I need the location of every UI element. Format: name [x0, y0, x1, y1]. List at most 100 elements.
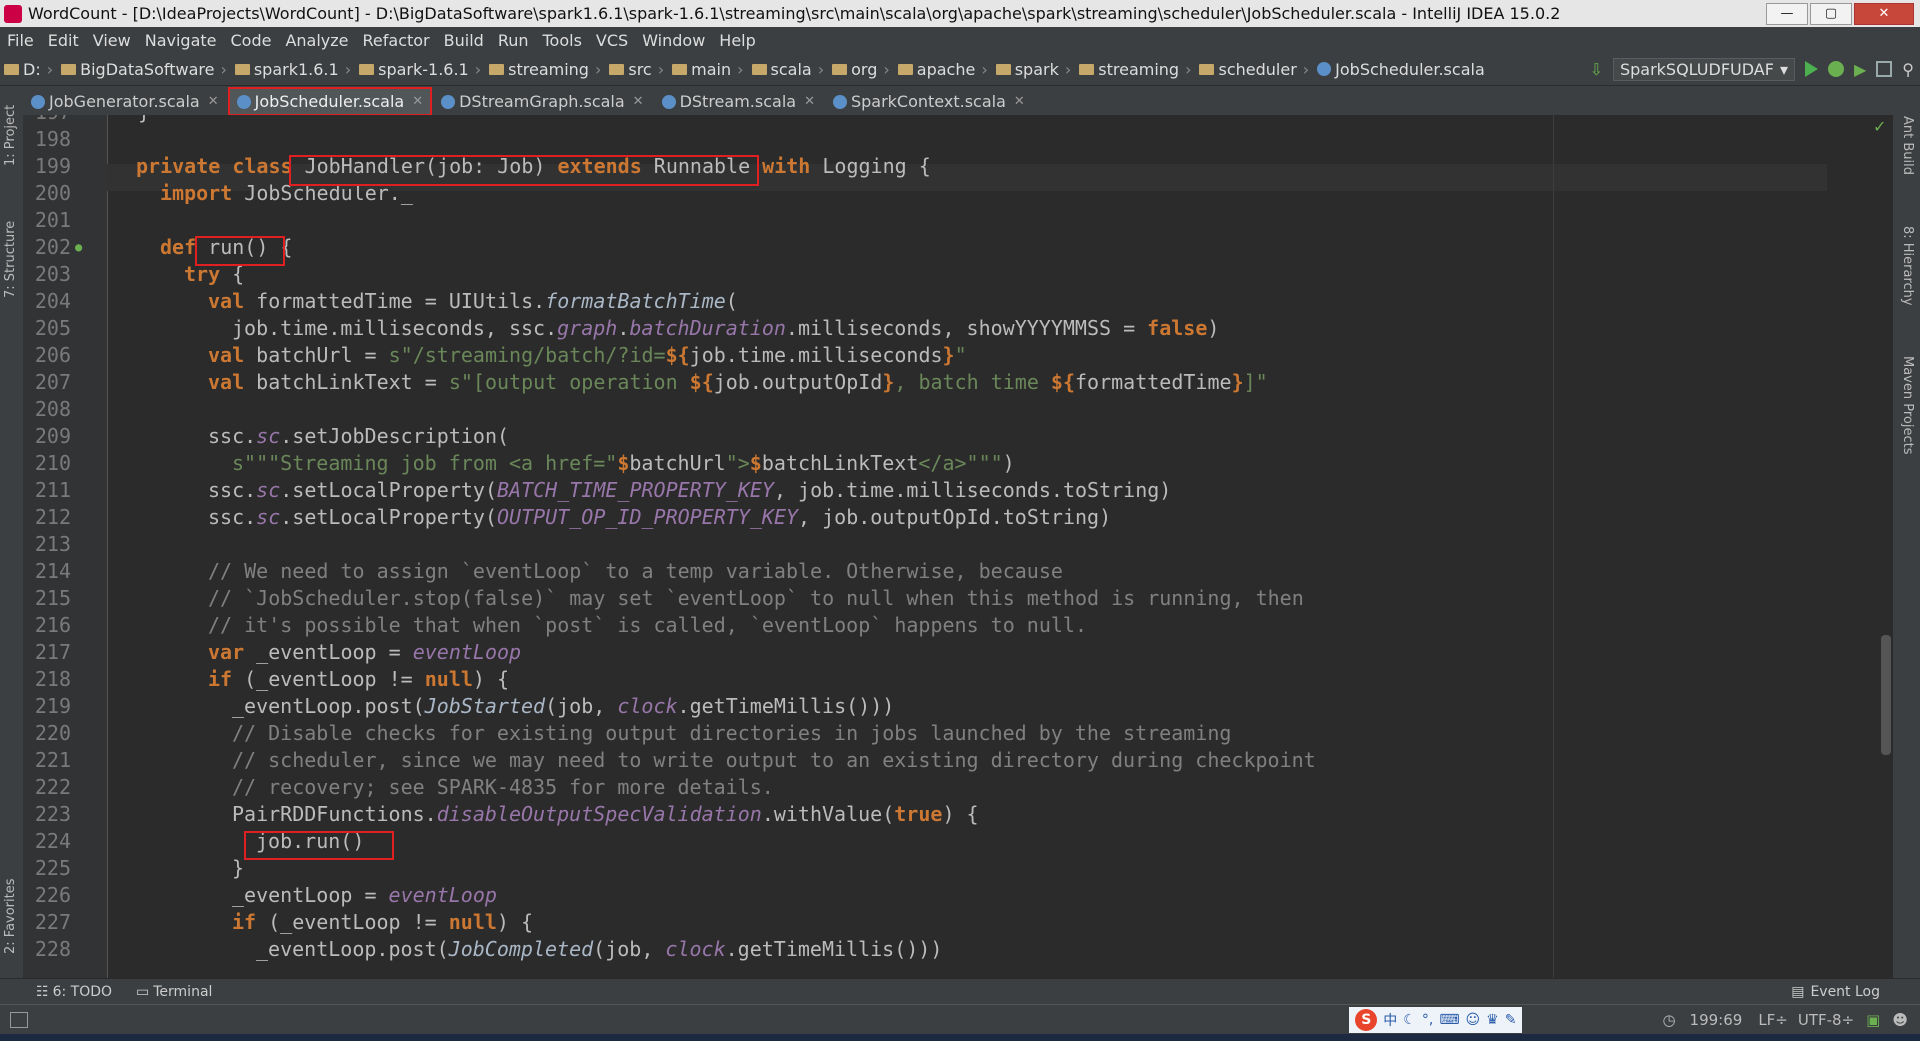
breadcrumb-item[interactable]: src › — [605, 60, 668, 79]
override-icon[interactable]: ● — [75, 234, 82, 261]
breadcrumb-item[interactable]: BigDataSoftware › — [57, 60, 231, 79]
breadcrumb-item[interactable]: main › — [668, 60, 747, 79]
keyboard-icon[interactable]: ⌨ — [1439, 1012, 1459, 1028]
tab-dstreamgraph[interactable]: DStreamGraph.scala ✕ — [433, 88, 652, 115]
breadcrumb-item[interactable]: spark1.6.1 › — [231, 60, 355, 79]
scala-file-icon — [441, 94, 456, 109]
hierarchy-tool-button[interactable]: 8: Hierarchy — [1900, 226, 1915, 306]
terminal-tool-button[interactable]: Terminal — [153, 984, 212, 1000]
debug-icon[interactable] — [1827, 61, 1844, 77]
close-icon[interactable]: ✕ — [804, 94, 815, 109]
ime-toolbar[interactable]: S 中 ☾ °, ⌨ ☺ ♛ ✎ — [1349, 1007, 1523, 1033]
breadcrumb-item[interactable]: streaming › — [1075, 60, 1195, 79]
breadcrumb-item[interactable]: streaming › — [485, 60, 605, 79]
breadcrumb-item[interactable]: scheduler › — [1195, 60, 1313, 79]
menu-window[interactable]: Window — [635, 31, 712, 50]
favorites-tool-button[interactable]: 2: Favorites — [3, 878, 18, 954]
run-configuration-select[interactable]: SparkSQLUDFUDAF ▾ — [1612, 57, 1795, 81]
skin-icon[interactable]: ♛ — [1486, 1012, 1499, 1028]
breadcrumb-item[interactable]: spark › — [992, 60, 1076, 79]
code-line: 203 try { — [34, 262, 245, 286]
menu-code[interactable]: Code — [224, 31, 279, 50]
code-line: 197} — [23, 115, 1883, 126]
code-line: 207 val batchLinkText = s"[output operati… — [34, 370, 1268, 394]
terminal-icon: ▭ — [136, 984, 150, 1000]
code-line: 222// recovery; see SPARK-4835 for more … — [34, 775, 774, 799]
close-icon[interactable]: ✕ — [1014, 94, 1025, 109]
project-tool-button[interactable]: 1: Project — [3, 105, 18, 166]
lock-icon[interactable]: ▣ — [1866, 1011, 1880, 1029]
scala-file-icon — [31, 94, 45, 109]
code-line: 227 if (_eventLoop != null) { — [34, 910, 534, 934]
project-structure-icon[interactable] — [1876, 61, 1893, 77]
code-line: 216// it's possible that when `post` is … — [34, 613, 1087, 637]
close-icon[interactable]: ✕ — [633, 94, 644, 109]
event-log-button[interactable]: Event Log — [1810, 984, 1880, 1000]
menu-build[interactable]: Build — [437, 31, 491, 50]
window-title: WordCount - [D:\IdeaProjects\WordCount] … — [28, 4, 1561, 23]
menu-analyze[interactable]: Analyze — [278, 31, 355, 50]
folder-icon — [832, 63, 848, 75]
breadcrumb-file[interactable]: JobScheduler.scala — [1313, 60, 1489, 79]
ant-build-tool-button[interactable]: Ant Build — [1900, 116, 1915, 175]
breadcrumb-item[interactable]: org › — [828, 60, 894, 79]
breadcrumb-drive[interactable]: D: › — [0, 60, 57, 79]
breadcrumb-item[interactable]: apache › — [894, 60, 992, 79]
hector-icon[interactable]: ☻ — [1892, 1011, 1908, 1029]
tab-jobgenerator[interactable]: JobGenerator.scala ✕ — [23, 88, 227, 115]
menu-help[interactable]: Help — [712, 31, 762, 50]
maven-projects-tool-button[interactable]: Maven Projects — [1900, 356, 1915, 455]
menu-file[interactable]: File — [0, 31, 41, 50]
inspection-ok-icon[interactable]: ✓ — [1873, 117, 1886, 136]
todo-tool-button[interactable]: 6: TODO — [53, 984, 112, 1000]
file-encoding[interactable]: UTF-8÷ — [1798, 1011, 1854, 1029]
run-icon[interactable] — [1804, 61, 1818, 77]
menu-vcs[interactable]: VCS — [589, 31, 635, 50]
caret-position[interactable]: 199:69 — [1690, 1011, 1743, 1029]
editor-tabs: JobGenerator.scala ✕ JobScheduler.scala ✕ … — [23, 86, 1893, 116]
code-line: 220// Disable checks for existing output… — [34, 721, 1232, 745]
highlight-job-run — [244, 831, 394, 860]
tab-sparkcontext[interactable]: SparkContext.scala ✕ — [824, 88, 1033, 115]
close-icon[interactable]: ✕ — [412, 94, 423, 109]
close-icon[interactable]: ✕ — [208, 94, 219, 109]
menu-edit[interactable]: Edit — [41, 31, 86, 50]
menu-refactor[interactable]: Refactor — [356, 31, 437, 50]
coverage-icon[interactable]: ▶ — [1854, 60, 1866, 79]
menu-run[interactable]: Run — [491, 31, 536, 50]
folder-icon — [751, 63, 767, 75]
event-log-icon: ▤ — [1791, 984, 1805, 1000]
moon-icon[interactable]: ☾ — [1403, 1012, 1416, 1028]
maximize-button[interactable]: ▢ — [1810, 2, 1852, 25]
code-line: 214// We need to assign `eventLoop` to a… — [34, 559, 1063, 583]
breadcrumb-item[interactable]: scala › — [748, 60, 829, 79]
todo-icon: ☷ — [36, 984, 49, 1000]
user-icon[interactable]: ☺ — [1466, 1012, 1481, 1028]
menu-view[interactable]: View — [86, 31, 138, 50]
tab-jobscheduler[interactable]: JobScheduler.scala ✕ — [227, 87, 433, 116]
close-window-button[interactable]: ✕ — [1854, 2, 1914, 25]
code-line: 223 PairRDDFunctions.disableOutputSpecVal… — [34, 802, 979, 826]
left-tool-strip: 1: Project 7: Structure 2: Favorites — [0, 86, 24, 978]
highlight-run — [195, 236, 285, 266]
code-editor[interactable]: 197} 198 199private class JobHandler(job… — [23, 115, 1893, 978]
folder-icon — [672, 63, 688, 75]
vertical-scrollbar[interactable] — [1881, 635, 1891, 755]
tab-dstream[interactable]: DStream.scala ✕ — [653, 88, 823, 115]
structure-tool-button[interactable]: 7: Structure — [3, 221, 18, 298]
menu-navigate[interactable]: Navigate — [138, 31, 224, 50]
vcs-update-icon[interactable]: ⇩ — [1590, 60, 1603, 79]
wrench-icon[interactable]: ✎ — [1505, 1012, 1517, 1028]
tool-windows-icon[interactable] — [10, 1012, 28, 1028]
line-separator[interactable]: LF÷ — [1758, 1011, 1788, 1029]
code-line: 228 _eventLoop.post(JobCompleted(job, clo… — [34, 937, 943, 961]
scala-file-icon — [1317, 62, 1332, 76]
menu-tools[interactable]: Tools — [536, 31, 589, 50]
breadcrumb-item[interactable]: spark-1.6.1 › — [355, 60, 485, 79]
search-icon[interactable]: ⚲ — [1902, 60, 1914, 79]
code-line: 201 — [34, 208, 71, 232]
punctuation-icon[interactable]: °, — [1422, 1012, 1433, 1028]
folder-icon — [234, 63, 250, 75]
code-line: 204 val formattedTime = UIUtils.formatBat… — [34, 289, 738, 313]
minimize-button[interactable]: — — [1766, 2, 1808, 25]
